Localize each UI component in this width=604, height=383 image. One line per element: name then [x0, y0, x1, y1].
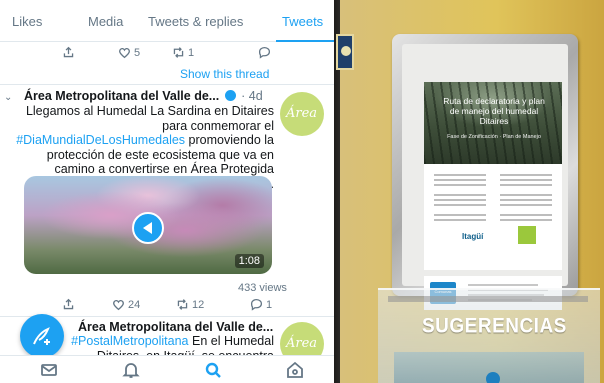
notifications-tab[interactable]	[122, 361, 140, 379]
hashtag-link[interactable]: #PostalMetropolitana	[71, 334, 188, 348]
play-button[interactable]	[132, 212, 164, 244]
poster-photo-image: Ruta de declaratoria y plan de manejo de…	[334, 0, 604, 383]
hashtag-link[interactable]: #DiaMundialDeLosHumedales	[16, 133, 185, 147]
profile-tabs: Likes Media Tweets & replies Tweets	[0, 0, 334, 42]
tweet-author-line[interactable]: Área Metropolitana del Valle de... · 4d	[24, 89, 263, 103]
home-icon	[287, 361, 303, 378]
tab-media[interactable]: Media	[88, 14, 123, 29]
previous-tweet-actions: 5 1	[0, 46, 290, 62]
mail-icon	[41, 364, 57, 376]
reply-button[interactable]	[258, 46, 271, 59]
itagui-logo: Itagüí	[462, 232, 484, 241]
retweet-count: 1	[188, 46, 195, 59]
poster-frame: Ruta de declaratoria y plan de manejo de…	[392, 34, 578, 310]
retweet-icon	[173, 47, 184, 58]
tab-tweets[interactable]: Tweets	[282, 14, 323, 29]
poster: Ruta de declaratoria y plan de manejo de…	[424, 82, 562, 270]
avatar-logo-text: Área	[286, 336, 318, 351]
video-views: 433 views	[238, 282, 287, 294]
tweet-actions: 24 12 1	[0, 298, 290, 314]
compose-tweet-icon	[33, 327, 50, 345]
poster-forest-image: Ruta de declaratoria y plan de manejo de…	[424, 82, 562, 164]
heart-icon	[113, 299, 124, 311]
video-duration: 1:08	[234, 254, 264, 268]
poster-title: Ruta de declaratoria y plan de manejo de…	[443, 96, 545, 126]
tweet-text-part: Llegamos al Humedal La Sardina en Ditair…	[25, 104, 274, 133]
tweet-author-line[interactable]: Área Metropolitana del Valle de...	[78, 320, 273, 334]
share-icon	[63, 46, 74, 58]
retweet-button[interactable]: 12	[176, 298, 204, 311]
twitter-profile-screen: Likes Media Tweets & replies Tweets 5 1 …	[0, 0, 334, 383]
like-count: 24	[128, 298, 141, 311]
reply-count: 1	[266, 298, 273, 311]
bell-icon	[122, 363, 140, 378]
avatar-logo-text: Área	[286, 106, 318, 121]
wall-sticker	[336, 34, 354, 70]
suggestion-box-emblem	[486, 372, 500, 383]
like-button[interactable]: 5	[118, 46, 140, 59]
tab-tweets-replies[interactable]: Tweets & replies	[148, 14, 243, 29]
show-thread-link[interactable]: Show this thread	[180, 67, 269, 81]
tweet-divider	[0, 84, 334, 85]
active-tab-indicator	[276, 40, 334, 42]
area-metropolitana-logo	[518, 226, 536, 244]
like-button[interactable]: 24	[112, 298, 140, 311]
share-button[interactable]	[62, 46, 75, 59]
retweet-icon	[177, 299, 188, 310]
play-icon	[143, 222, 152, 234]
sticker-emblem	[341, 46, 351, 56]
retweet-count: 12	[192, 298, 205, 311]
heart-icon	[119, 47, 130, 59]
home-tab[interactable]	[286, 361, 304, 379]
tab-likes[interactable]: Likes	[12, 14, 42, 29]
reply-icon	[250, 298, 263, 311]
tweet-author-name: Área Metropolitana del Valle de...	[24, 89, 220, 103]
reply-icon	[258, 46, 271, 59]
author-avatar[interactable]: Área	[280, 92, 324, 136]
messages-tab[interactable]	[40, 361, 58, 379]
search-icon	[205, 362, 221, 378]
like-count: 5	[134, 46, 141, 59]
chevron-down-icon[interactable]: ⌄	[4, 92, 12, 103]
search-tab[interactable]	[204, 361, 222, 379]
tweet-age: 4d	[248, 89, 263, 103]
share-icon	[63, 298, 74, 310]
suggestion-box-label: SUGERENCIAS	[422, 314, 567, 338]
poster-board: Ruta de declaratoria y plan de manejo de…	[402, 44, 568, 310]
compose-tweet-button[interactable]	[20, 314, 64, 358]
verified-badge-icon	[224, 90, 236, 101]
share-button[interactable]	[62, 298, 75, 311]
retweet-button[interactable]: 1	[172, 46, 194, 59]
poster-subtitle: Fase de Zonificación · Plan de Manejo	[447, 134, 541, 140]
reply-button[interactable]: 1	[250, 298, 272, 311]
tweet-video[interactable]: 1:08	[24, 176, 272, 274]
tweet-author-name: Área Metropolitana del Valle de...	[78, 320, 274, 334]
suggestion-box-slot	[388, 296, 588, 302]
bottom-navigation	[0, 355, 334, 383]
